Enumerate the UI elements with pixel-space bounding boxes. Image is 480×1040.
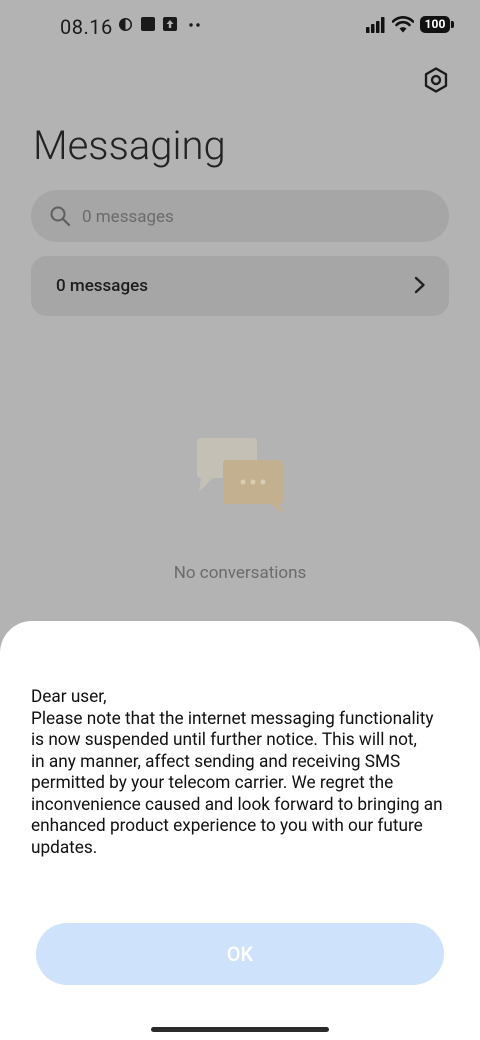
empty-state-text: No conversations [173, 563, 307, 583]
signal-icon [366, 16, 385, 33]
home-indicator[interactable] [151, 1027, 329, 1032]
battery-indicator: 100 [420, 16, 454, 33]
moon-icon [119, 18, 132, 31]
page-title: Messaging [33, 122, 226, 169]
status-time: 08.16 [60, 15, 113, 39]
search-placeholder: 0 messages [82, 207, 174, 227]
app-screen: 08.16 100 Messaging 0 messages 0 message… [0, 0, 480, 1040]
ok-button[interactable]: OK [36, 923, 444, 985]
chevron-right-icon [414, 276, 425, 294]
search-icon [50, 206, 71, 227]
notice-dialog: Dear user, Please note that the internet… [0, 621, 480, 1040]
search-bar[interactable]: 0 messages [31, 190, 449, 242]
messages-row[interactable]: 0 messages [31, 256, 449, 316]
chat-bubbles-icon [197, 438, 283, 514]
dialog-message: Dear user, Please note that the internet… [31, 687, 443, 858]
status-bar: 08.16 100 [0, 0, 480, 56]
gear-icon[interactable] [422, 66, 450, 94]
square-icon [141, 17, 155, 31]
more-dots-icon [189, 23, 200, 27]
wifi-icon [392, 16, 414, 33]
messages-row-label: 0 messages [56, 276, 148, 296]
system-indicators: 100 [366, 16, 454, 33]
upload-icon [163, 17, 177, 31]
